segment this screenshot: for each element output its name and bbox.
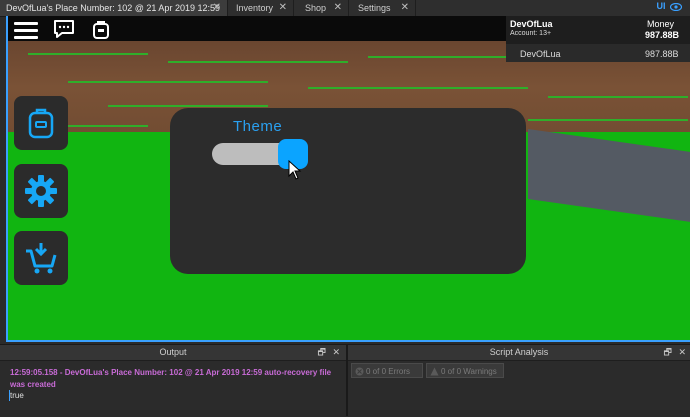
close-icon[interactable]: ✕ bbox=[279, 0, 287, 16]
tab-place[interactable]: DevOfLua's Place Number: 102 @ 21 Apr 20… bbox=[0, 0, 228, 16]
tab-label: Shop bbox=[305, 3, 327, 13]
mouse-cursor-icon bbox=[288, 160, 302, 180]
output-panel-header: Output bbox=[0, 345, 346, 361]
close-icon[interactable]: ✕ bbox=[678, 345, 686, 360]
close-icon[interactable]: ✕ bbox=[334, 0, 342, 16]
leaderboard-account: Account: 13+ bbox=[510, 30, 552, 37]
leaderboard-money-value: 987.88B bbox=[645, 30, 680, 40]
output-log-line: 12:59:05.158 - DevOfLua's Place Number: … bbox=[10, 368, 332, 389]
tab-label: Settings bbox=[358, 3, 391, 13]
cart-icon bbox=[26, 243, 57, 274]
gear-icon bbox=[25, 175, 57, 207]
script-analysis-title: Script Analysis bbox=[489, 347, 549, 357]
leaderboard-row-money: 987.88B bbox=[645, 49, 679, 59]
settings-panel bbox=[170, 108, 526, 274]
error-icon bbox=[355, 367, 364, 376]
warnings-label: 0 of 0 Warnings bbox=[441, 367, 497, 376]
leaderboard-player-name: DevOfLua bbox=[510, 19, 553, 29]
tab-settings[interactable]: Settings ✕ bbox=[352, 0, 416, 16]
errors-label: 0 of 0 Errors bbox=[366, 367, 411, 376]
tab-label: Inventory bbox=[236, 3, 274, 13]
inventory-button[interactable] bbox=[14, 96, 68, 150]
leaderboard-money-label: Money bbox=[647, 19, 675, 29]
ui-toggle-label: UI bbox=[656, 1, 666, 11]
tab-bar: DevOfLua's Place Number: 102 @ 21 Apr 20… bbox=[0, 0, 690, 17]
tab-shop[interactable]: Shop ✕ bbox=[299, 0, 349, 16]
close-icon[interactable]: ✕ bbox=[332, 345, 340, 360]
close-icon[interactable]: ✕ bbox=[401, 0, 409, 16]
eye-icon bbox=[669, 2, 683, 11]
script-analysis-header: Script Analysis bbox=[348, 345, 690, 361]
shop-button[interactable] bbox=[14, 231, 68, 285]
backpack-icon bbox=[28, 108, 54, 139]
restore-icon[interactable]: 🗗 bbox=[318, 345, 326, 360]
output-log-line: true bbox=[10, 391, 24, 400]
script-analysis-panel: Script Analysis 🗗 ✕ bbox=[348, 344, 690, 417]
warning-icon bbox=[430, 367, 439, 376]
settings-button[interactable] bbox=[14, 164, 68, 218]
chat-icon[interactable] bbox=[53, 19, 75, 39]
tab-label: DevOfLua's Place Number: 102 @ 21 Apr 20… bbox=[6, 3, 220, 13]
restore-icon[interactable]: 🗗 bbox=[664, 345, 672, 360]
ui-toggle-button[interactable]: UI bbox=[656, 1, 683, 11]
output-title: Output bbox=[159, 347, 187, 357]
errors-filter-button[interactable]: 0 of 0 Errors bbox=[351, 363, 423, 378]
theme-label: Theme bbox=[233, 118, 283, 135]
warnings-filter-button[interactable]: 0 of 0 Warnings bbox=[426, 363, 504, 378]
backpack-icon[interactable] bbox=[90, 19, 112, 39]
tab-inventory[interactable]: Inventory ✕ bbox=[230, 0, 294, 16]
leaderboard-row-name: DevOfLua bbox=[520, 49, 561, 59]
hamburger-icon[interactable] bbox=[14, 22, 38, 39]
close-icon[interactable]: ✕ bbox=[213, 0, 221, 16]
